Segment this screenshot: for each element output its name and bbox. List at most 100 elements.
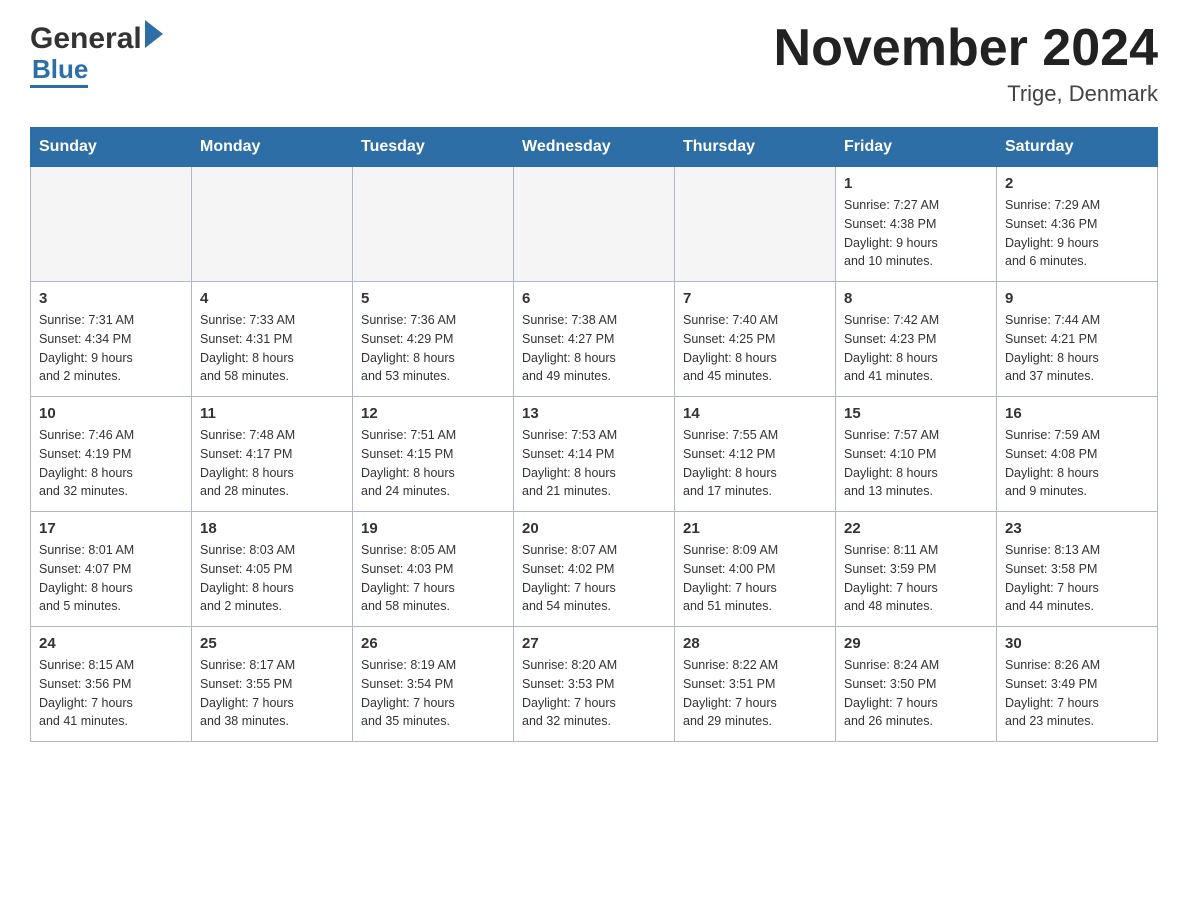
day-info: Sunrise: 7:31 AM Sunset: 4:34 PM Dayligh… — [39, 311, 183, 386]
day-info: Sunrise: 7:36 AM Sunset: 4:29 PM Dayligh… — [361, 311, 505, 386]
logo-arrow-icon — [145, 20, 163, 48]
weekday-header-tuesday: Tuesday — [353, 128, 514, 167]
day-cell: 21Sunrise: 8:09 AM Sunset: 4:00 PM Dayli… — [675, 512, 836, 627]
day-info: Sunrise: 7:48 AM Sunset: 4:17 PM Dayligh… — [200, 426, 344, 501]
day-cell — [675, 167, 836, 282]
day-number: 28 — [683, 635, 827, 652]
day-cell: 22Sunrise: 8:11 AM Sunset: 3:59 PM Dayli… — [836, 512, 997, 627]
day-cell: 27 Sunrise: 8:20 AM Sunset: 3:53 PM Dayli… — [514, 627, 675, 742]
title-area: November 2024 Trige, Denmark — [774, 20, 1158, 107]
day-cell: 7 Sunrise: 7:40 AM Sunset: 4:25 PM Daylig… — [675, 282, 836, 397]
day-info: Sunrise: 7:59 AM Sunset: 4:08 PM Dayligh… — [1005, 426, 1149, 501]
day-info: Sunrise: 8:03 AM Sunset: 4:05 PM Dayligh… — [200, 541, 344, 616]
day-number: 17 — [39, 520, 183, 537]
day-info: Sunrise: 8:01 AM Sunset: 4:07 PM Dayligh… — [39, 541, 183, 616]
day-cell: 12Sunrise: 7:51 AM Sunset: 4:15 PM Dayli… — [353, 397, 514, 512]
day-info: Sunrise: 8:22 AM Sunset: 3:51 PM Dayligh… — [683, 656, 827, 731]
weekday-header-monday: Monday — [192, 128, 353, 167]
day-cell — [192, 167, 353, 282]
day-info: Sunrise: 8:17 AM Sunset: 3:55 PM Dayligh… — [200, 656, 344, 731]
day-info: Sunrise: 7:40 AM Sunset: 4:25 PM Dayligh… — [683, 311, 827, 386]
weekday-header-friday: Friday — [836, 128, 997, 167]
day-cell: 18 Sunrise: 8:03 AM Sunset: 4:05 PM Dayli… — [192, 512, 353, 627]
day-cell: 1 Sunrise: 7:27 AM Sunset: 4:38 PM Daylig… — [836, 167, 997, 282]
day-info: Sunrise: 7:46 AM Sunset: 4:19 PM Dayligh… — [39, 426, 183, 501]
day-cell: 15Sunrise: 7:57 AM Sunset: 4:10 PM Dayli… — [836, 397, 997, 512]
day-cell: 23 Sunrise: 8:13 AM Sunset: 3:58 PM Dayli… — [997, 512, 1158, 627]
weekday-header-row: SundayMondayTuesdayWednesdayThursdayFrid… — [31, 128, 1158, 167]
day-cell: 10 Sunrise: 7:46 AM Sunset: 4:19 PM Dayli… — [31, 397, 192, 512]
week-row-3: 10 Sunrise: 7:46 AM Sunset: 4:19 PM Dayli… — [31, 397, 1158, 512]
day-number: 13 — [522, 405, 666, 422]
day-info: Sunrise: 8:20 AM Sunset: 3:53 PM Dayligh… — [522, 656, 666, 731]
day-info: Sunrise: 7:51 AM Sunset: 4:15 PM Dayligh… — [361, 426, 505, 501]
logo-blue-text: Blue — [30, 54, 88, 88]
day-number: 27 — [522, 635, 666, 652]
day-cell: 17 Sunrise: 8:01 AM Sunset: 4:07 PM Dayli… — [31, 512, 192, 627]
logo-general-text: General — [30, 22, 142, 56]
weekday-header-thursday: Thursday — [675, 128, 836, 167]
day-info: Sunrise: 8:24 AM Sunset: 3:50 PM Dayligh… — [844, 656, 988, 731]
day-info: Sunrise: 7:27 AM Sunset: 4:38 PM Dayligh… — [844, 196, 988, 271]
day-cell — [31, 167, 192, 282]
day-info: Sunrise: 7:55 AM Sunset: 4:12 PM Dayligh… — [683, 426, 827, 501]
day-info: Sunrise: 8:13 AM Sunset: 3:58 PM Dayligh… — [1005, 541, 1149, 616]
day-number: 2 — [1005, 175, 1149, 192]
week-row-2: 3 Sunrise: 7:31 AM Sunset: 4:34 PM Daylig… — [31, 282, 1158, 397]
day-number: 24 — [39, 635, 183, 652]
day-number: 30 — [1005, 635, 1149, 652]
day-cell: 13 Sunrise: 7:53 AM Sunset: 4:14 PM Dayli… — [514, 397, 675, 512]
day-number: 26 — [361, 635, 505, 652]
day-cell — [353, 167, 514, 282]
calendar-table: SundayMondayTuesdayWednesdayThursdayFrid… — [30, 127, 1158, 742]
day-number: 1 — [844, 175, 988, 192]
day-cell: 8 Sunrise: 7:42 AM Sunset: 4:23 PM Daylig… — [836, 282, 997, 397]
day-cell: 5 Sunrise: 7:36 AM Sunset: 4:29 PM Daylig… — [353, 282, 514, 397]
day-cell: 9Sunrise: 7:44 AM Sunset: 4:21 PM Daylig… — [997, 282, 1158, 397]
day-cell: 28 Sunrise: 8:22 AM Sunset: 3:51 PM Dayli… — [675, 627, 836, 742]
day-info: Sunrise: 7:33 AM Sunset: 4:31 PM Dayligh… — [200, 311, 344, 386]
day-info: Sunrise: 8:07 AM Sunset: 4:02 PM Dayligh… — [522, 541, 666, 616]
location: Trige, Denmark — [774, 81, 1158, 107]
weekday-header-wednesday: Wednesday — [514, 128, 675, 167]
day-info: Sunrise: 8:09 AM Sunset: 4:00 PM Dayligh… — [683, 541, 827, 616]
day-cell: 29 Sunrise: 8:24 AM Sunset: 3:50 PM Dayli… — [836, 627, 997, 742]
day-number: 10 — [39, 405, 183, 422]
day-number: 20 — [522, 520, 666, 537]
week-row-5: 24 Sunrise: 8:15 AM Sunset: 3:56 PM Dayli… — [31, 627, 1158, 742]
day-info: Sunrise: 7:53 AM Sunset: 4:14 PM Dayligh… — [522, 426, 666, 501]
day-cell: 26 Sunrise: 8:19 AM Sunset: 3:54 PM Dayli… — [353, 627, 514, 742]
day-number: 4 — [200, 290, 344, 307]
day-number: 11 — [200, 405, 344, 422]
month-title: November 2024 — [774, 20, 1158, 77]
day-number: 9 — [1005, 290, 1149, 307]
day-cell: 11 Sunrise: 7:48 AM Sunset: 4:17 PM Dayli… — [192, 397, 353, 512]
day-cell: 2Sunrise: 7:29 AM Sunset: 4:36 PM Daylig… — [997, 167, 1158, 282]
day-cell: 20 Sunrise: 8:07 AM Sunset: 4:02 PM Dayli… — [514, 512, 675, 627]
day-number: 3 — [39, 290, 183, 307]
day-number: 29 — [844, 635, 988, 652]
week-row-1: 1 Sunrise: 7:27 AM Sunset: 4:38 PM Daylig… — [31, 167, 1158, 282]
day-number: 8 — [844, 290, 988, 307]
day-cell — [514, 167, 675, 282]
day-number: 23 — [1005, 520, 1149, 537]
week-row-4: 17 Sunrise: 8:01 AM Sunset: 4:07 PM Dayli… — [31, 512, 1158, 627]
day-number: 18 — [200, 520, 344, 537]
day-cell: 16 Sunrise: 7:59 AM Sunset: 4:08 PM Dayli… — [997, 397, 1158, 512]
day-cell: 14 Sunrise: 7:55 AM Sunset: 4:12 PM Dayli… — [675, 397, 836, 512]
day-number: 14 — [683, 405, 827, 422]
day-cell: 3 Sunrise: 7:31 AM Sunset: 4:34 PM Daylig… — [31, 282, 192, 397]
day-info: Sunrise: 7:38 AM Sunset: 4:27 PM Dayligh… — [522, 311, 666, 386]
day-info: Sunrise: 7:42 AM Sunset: 4:23 PM Dayligh… — [844, 311, 988, 386]
day-number: 22 — [844, 520, 988, 537]
day-info: Sunrise: 8:26 AM Sunset: 3:49 PM Dayligh… — [1005, 656, 1149, 731]
day-info: Sunrise: 8:15 AM Sunset: 3:56 PM Dayligh… — [39, 656, 183, 731]
day-number: 5 — [361, 290, 505, 307]
day-cell: 4 Sunrise: 7:33 AM Sunset: 4:31 PM Daylig… — [192, 282, 353, 397]
day-info: Sunrise: 8:19 AM Sunset: 3:54 PM Dayligh… — [361, 656, 505, 731]
day-number: 6 — [522, 290, 666, 307]
day-number: 16 — [1005, 405, 1149, 422]
day-number: 7 — [683, 290, 827, 307]
day-cell: 30 Sunrise: 8:26 AM Sunset: 3:49 PM Dayli… — [997, 627, 1158, 742]
day-cell: 19Sunrise: 8:05 AM Sunset: 4:03 PM Dayli… — [353, 512, 514, 627]
